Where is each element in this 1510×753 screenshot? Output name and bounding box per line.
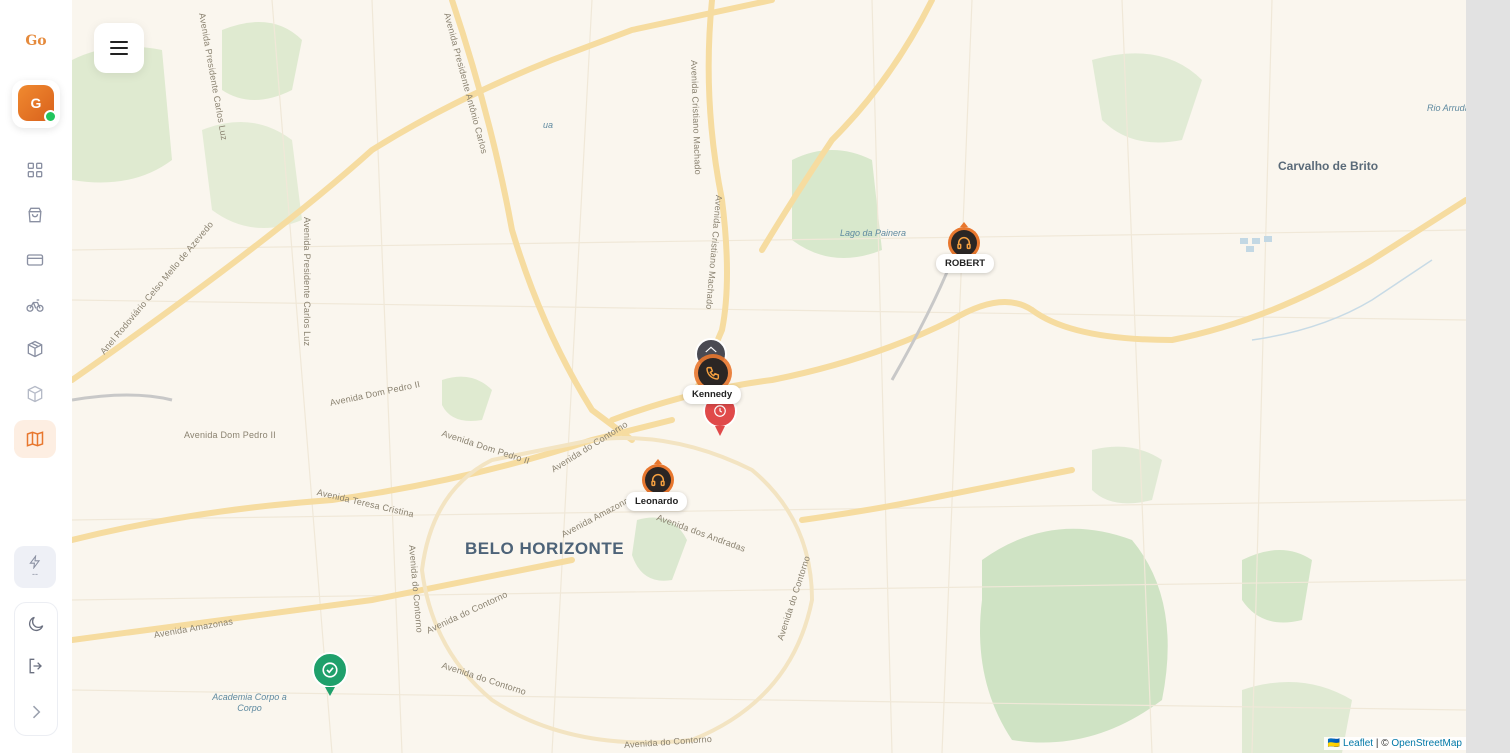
bolt-icon (29, 555, 41, 569)
map-attribution: 🇺🇦 Leaflet | © OpenStreetMap (1323, 737, 1466, 750)
place-label: Lago da Painera (840, 228, 907, 238)
town-label: Carvalho de Brito (1278, 159, 1379, 173)
logout-icon (29, 658, 42, 674)
delivered-order-marker[interactable] (312, 652, 348, 703)
courier-label[interactable]: ROBERT (936, 254, 995, 273)
map-canvas[interactable]: Avenida Presidente Carlos Luz Avenida Pr… (72, 0, 1466, 753)
theme-toggle-button[interactable] (15, 605, 57, 643)
city-label: BELO HORIZONTE (465, 539, 625, 558)
sidebar-item-couriers[interactable] (14, 286, 56, 324)
dashboard-icon (27, 162, 43, 178)
hamburger-icon (110, 41, 128, 55)
street-label: Avenida Dom Pedro II (184, 430, 276, 440)
sidebar-item-orders[interactable] (14, 196, 56, 234)
sidebar-item-products[interactable] (14, 375, 56, 413)
osm-link[interactable]: OpenStreetMap (1391, 738, 1462, 749)
power-value: -- (32, 569, 38, 579)
place-label: ua (543, 120, 554, 130)
sidebar-item-payments[interactable] (14, 241, 56, 279)
place-label: Academia Corpo a Corpo (212, 692, 287, 713)
chevron-right-icon (32, 705, 41, 719)
sidebar-bottom-group (14, 602, 58, 736)
map-base (72, 0, 1466, 753)
attribution-separator: | © (1373, 738, 1392, 749)
power-status[interactable]: -- (14, 546, 56, 588)
app-logo[interactable]: Go (0, 33, 72, 49)
sidebar-item-map[interactable] (14, 420, 56, 458)
clock-icon (714, 405, 726, 417)
credit-card-icon (26, 254, 44, 266)
check-icon (322, 662, 338, 678)
phone-icon (706, 366, 720, 380)
headphones-icon (651, 474, 665, 487)
leaflet-link[interactable]: Leaflet (1343, 738, 1373, 749)
logout-button[interactable] (15, 647, 57, 685)
expand-sidebar-button[interactable] (15, 693, 57, 731)
sidebar-item-packages[interactable] (14, 330, 56, 368)
sidebar: Go G -- (0, 0, 73, 753)
packages-icon (27, 340, 43, 358)
bicycle-icon (26, 299, 44, 312)
street-label: Avenida Presidente Carlos Luz (302, 217, 312, 347)
headphones-icon (957, 237, 971, 250)
courier-label[interactable]: Leonardo (626, 492, 688, 511)
courier-label[interactable]: Kennedy (683, 385, 742, 404)
ukraine-flag-icon: 🇺🇦 (1327, 738, 1341, 749)
sidebar-item-dashboard[interactable] (14, 151, 56, 189)
shopping-bag-icon (28, 207, 42, 223)
map-icon (26, 431, 44, 447)
scrollbar[interactable] (1466, 0, 1510, 753)
user-avatar-card[interactable]: G (12, 80, 60, 128)
online-status-dot (44, 110, 57, 123)
box-icon (27, 385, 43, 403)
moon-icon (28, 616, 44, 632)
place-label: Rio Arrudas (1427, 103, 1466, 113)
menu-button[interactable] (94, 23, 144, 73)
